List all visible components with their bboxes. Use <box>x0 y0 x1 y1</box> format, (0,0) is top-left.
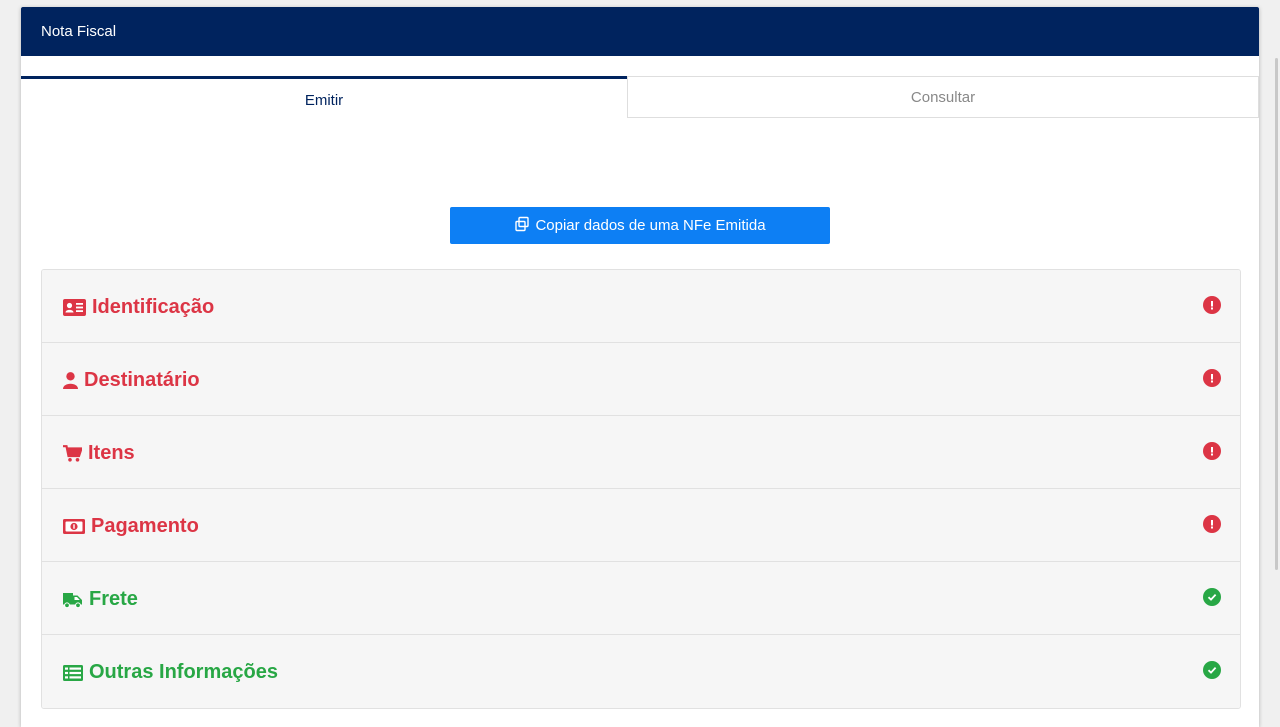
error-icon <box>1203 369 1221 387</box>
section-label: Identificação <box>92 296 215 318</box>
check-icon <box>1203 588 1221 606</box>
section-label: Pagamento <box>91 515 199 537</box>
page-title: Nota Fiscal <box>41 23 117 40</box>
section-outras-informacoes[interactable]: Outras Informações <box>42 635 1240 708</box>
section-label: Destinatário <box>84 369 200 391</box>
section-destinatario[interactable]: Destinatário <box>42 343 1240 416</box>
section-label: Outras Informações <box>89 661 278 683</box>
list-icon <box>63 664 83 681</box>
error-icon <box>1203 515 1221 533</box>
copy-nfe-label: Copiar dados de uma NFe Emitida <box>535 217 766 234</box>
error-icon <box>1203 442 1221 460</box>
section-identificacao[interactable]: Identificação <box>42 270 1240 343</box>
card-header: Nota Fiscal <box>21 7 1259 56</box>
copy-icon <box>514 216 530 236</box>
truck-icon <box>63 592 83 608</box>
section-pagamento[interactable]: Pagamento <box>42 489 1240 562</box>
section-label: Frete <box>89 588 138 610</box>
tab-consultar[interactable]: Consultar <box>627 76 1259 118</box>
section-frete[interactable]: Frete <box>42 562 1240 635</box>
section-label: Itens <box>88 442 135 464</box>
tab-bar: Emitir Consultar <box>21 56 1259 119</box>
tab-emitir[interactable]: Emitir <box>21 76 627 118</box>
nota-fiscal-card: Nota Fiscal Emitir Consultar Copiar dado… <box>21 7 1259 727</box>
section-itens[interactable]: Itens <box>42 416 1240 489</box>
error-icon <box>1203 296 1221 314</box>
copy-nfe-button[interactable]: Copiar dados de uma NFe Emitida <box>450 207 830 244</box>
nfe-sections-accordion: Identificação Destinatário Itens Pagamen… <box>41 269 1241 709</box>
money-bill-icon <box>63 519 85 534</box>
cart-icon <box>63 445 82 462</box>
id-card-icon <box>63 299 86 316</box>
check-icon <box>1203 661 1221 679</box>
user-icon <box>63 372 78 389</box>
page-scrollbar[interactable] <box>1275 58 1278 570</box>
